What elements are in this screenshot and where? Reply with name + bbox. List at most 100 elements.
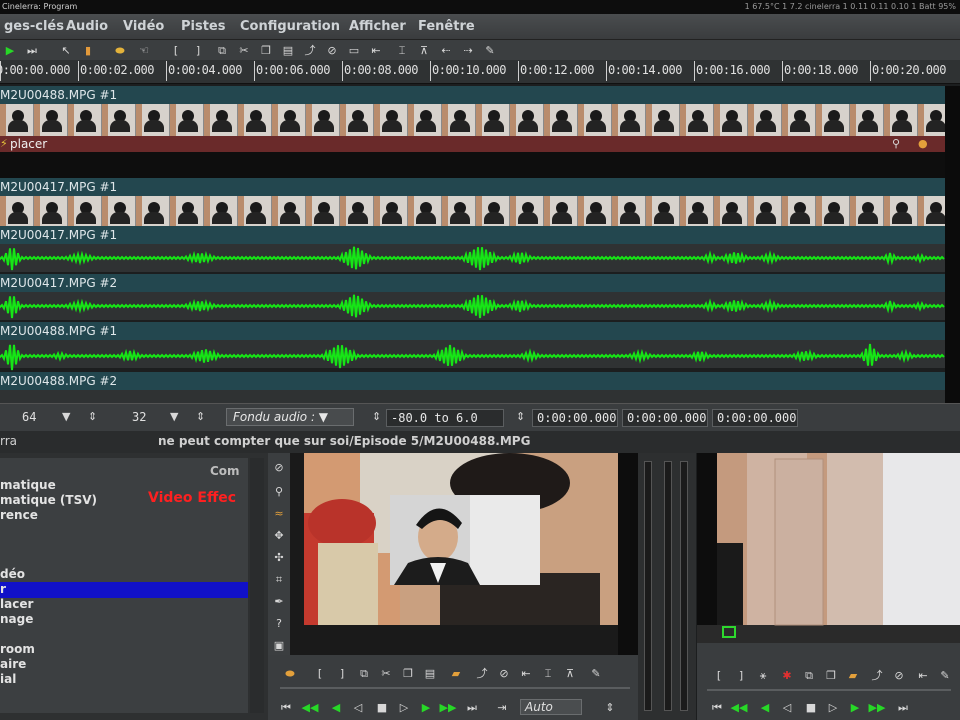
effects-scrollbar[interactable] xyxy=(250,458,264,713)
track-title-a4[interactable]: M2U00488.MPG #2 xyxy=(0,372,945,390)
out-point-icon[interactable]: ] xyxy=(733,667,749,683)
audio-track-waveform[interactable] xyxy=(0,292,945,320)
splice-icon[interactable]: ⤴ xyxy=(302,43,318,57)
spin-icon[interactable]: ⇕ xyxy=(88,411,97,422)
mark-icon[interactable]: ⊼ xyxy=(562,665,578,681)
extract-icon[interactable]: ⊘ xyxy=(891,667,907,683)
splice-icon[interactable]: ⤴ xyxy=(474,665,490,681)
fast-forward-icon[interactable]: ▶▶ xyxy=(440,699,457,715)
lift-icon[interactable]: ⇤ xyxy=(518,665,534,681)
track-title-a3[interactable]: M2U00488.MPG #1 xyxy=(0,322,945,340)
stretch-icon[interactable]: ⇥ xyxy=(494,699,510,715)
frame-back-icon[interactable]: ◁ xyxy=(350,699,366,715)
video-track-thumbnails[interactable] xyxy=(0,196,945,226)
rewind-icon[interactable]: ⏮ xyxy=(278,699,294,715)
zoom-select[interactable]: Auto xyxy=(520,699,582,715)
menu-video[interactable]: Vidéo xyxy=(123,19,164,34)
audio-track-waveform[interactable] xyxy=(0,340,945,371)
list-item[interactable]: déo xyxy=(0,567,25,581)
spin-icon[interactable]: ⇕ xyxy=(196,411,205,422)
effects-column-header[interactable]: Com xyxy=(210,464,240,478)
mask-icon[interactable]: ≈ xyxy=(271,505,287,521)
tools-icon[interactable]: ✎ xyxy=(482,43,498,57)
clip-icon[interactable]: ⧉ xyxy=(801,667,817,683)
label-icon[interactable]: ⬬ xyxy=(282,665,298,681)
timeline-ruler[interactable]: 0:00:00.000 0:00:02.000 0:00:04.000 0:00… xyxy=(0,60,960,84)
next-label-icon[interactable]: ⇢ xyxy=(460,43,476,57)
prev-label-icon[interactable]: ⇠ xyxy=(438,43,454,57)
effects-list[interactable]: Com Video Effec matique matique (TSV) re… xyxy=(0,458,248,713)
cut-icon[interactable]: ⧉ xyxy=(214,43,230,57)
transition-bar[interactable]: ⚡ placer ⚲ ● xyxy=(0,136,945,152)
audio-track-waveform[interactable] xyxy=(0,244,945,272)
play-icon[interactable]: ▶ xyxy=(2,43,18,57)
menu-tracks[interactable]: Pistes xyxy=(181,19,226,34)
menu-keyframes[interactable]: ges-clés xyxy=(4,19,64,34)
position-slider[interactable] xyxy=(280,687,630,689)
play-icon[interactable]: ▶ xyxy=(418,699,434,715)
skip-end-icon[interactable]: ⏭ xyxy=(464,699,480,715)
selection-length-field[interactable]: 0:00:00.000 xyxy=(622,409,708,427)
chevron-down-icon[interactable]: ▼ xyxy=(170,411,178,422)
menu-audio[interactable]: Audio xyxy=(66,19,108,34)
reverse-icon[interactable]: ◀ xyxy=(328,699,344,715)
overwrite-icon[interactable]: ⊘ xyxy=(496,665,512,681)
paste-icon[interactable]: ▤ xyxy=(280,43,296,57)
safe-region-icon[interactable]: ▣ xyxy=(271,637,287,653)
fast-forward-icon[interactable]: ▶▶ xyxy=(869,699,886,715)
protect-icon[interactable]: ⊘ xyxy=(271,459,287,475)
clip-icon[interactable]: ▭ xyxy=(346,43,362,57)
reverse-icon[interactable]: ◀ xyxy=(757,699,773,715)
list-item[interactable]: ial xyxy=(0,672,16,686)
skip-end-icon[interactable]: ⏭ xyxy=(895,699,911,715)
selection-end-field[interactable]: 0:00:00.000 xyxy=(712,409,798,427)
label-icon[interactable]: ⬬ xyxy=(112,43,128,57)
list-item[interactable]: room xyxy=(0,642,35,656)
frame-forward-icon[interactable]: ▷ xyxy=(825,699,841,715)
out-point-icon[interactable]: ] xyxy=(334,665,350,681)
play-icon[interactable]: ▶ xyxy=(847,699,863,715)
arrow-icon[interactable]: ↖ xyxy=(58,43,74,57)
out-point-icon[interactable]: ] xyxy=(190,43,206,57)
selection-start-field[interactable]: 0:00:00.000 xyxy=(532,409,618,427)
list-item[interactable]: aire xyxy=(0,657,26,671)
tools-icon[interactable]: ✎ xyxy=(588,665,604,681)
mark-icon[interactable]: ⇤ xyxy=(915,667,931,683)
spin-icon[interactable]: ⇕ xyxy=(602,699,618,715)
spin-icon[interactable]: ⇕ xyxy=(516,411,525,422)
track-title-v2[interactable]: M2U00417.MPG #1 xyxy=(0,178,945,196)
timeline-scrollbar[interactable] xyxy=(945,86,960,403)
frame-back-icon[interactable]: ◁ xyxy=(779,699,795,715)
list-item-selected[interactable]: r xyxy=(0,582,6,596)
menu-settings[interactable]: Configuration xyxy=(240,19,340,34)
list-item[interactable]: nage xyxy=(0,612,33,626)
cursor-icon[interactable]: ▮ xyxy=(80,43,96,57)
fast-reverse-icon[interactable]: ◀◀ xyxy=(731,699,748,715)
zoom-icon[interactable]: ⚲ xyxy=(271,483,287,499)
menu-view[interactable]: Afficher xyxy=(349,19,406,34)
crop-icon[interactable]: ⌗ xyxy=(271,571,287,587)
rewind-icon[interactable]: ⏮ xyxy=(709,699,725,715)
in-point-icon[interactable]: [ xyxy=(711,667,727,683)
folder-icon[interactable]: ▰ xyxy=(845,667,861,683)
viewer-canvas[interactable] xyxy=(697,453,960,643)
viewer-position-slider[interactable] xyxy=(707,689,951,691)
lift-icon[interactable]: ⇤ xyxy=(368,43,384,57)
camera-icon[interactable]: ✥ xyxy=(271,527,287,543)
track-title-a1[interactable]: M2U00417.MPG #1 xyxy=(0,226,945,244)
overwrite-icon[interactable]: ✱ xyxy=(779,667,795,683)
in-point-icon[interactable]: [ xyxy=(312,665,328,681)
mark-icon[interactable]: ⊼ xyxy=(416,43,432,57)
settings-icon[interactable]: ● xyxy=(918,138,928,149)
copy-icon[interactable]: ❐ xyxy=(400,665,416,681)
overwrite-icon[interactable]: ⊘ xyxy=(324,43,340,57)
list-item[interactable]: matique xyxy=(0,478,56,492)
tools-icon[interactable]: ✎ xyxy=(937,667,953,683)
fast-reverse-icon[interactable]: ◀◀ xyxy=(302,699,319,715)
audio-fade-select[interactable]: Fondu audio : ▼ xyxy=(226,408,354,426)
clip-icon[interactable]: ⧉ xyxy=(356,665,372,681)
stop-icon[interactable]: ■ xyxy=(374,699,390,715)
menu-window[interactable]: Fenêtre xyxy=(418,19,475,34)
compositor-canvas[interactable] xyxy=(290,453,638,655)
search-icon[interactable]: ⚲ xyxy=(892,138,900,149)
